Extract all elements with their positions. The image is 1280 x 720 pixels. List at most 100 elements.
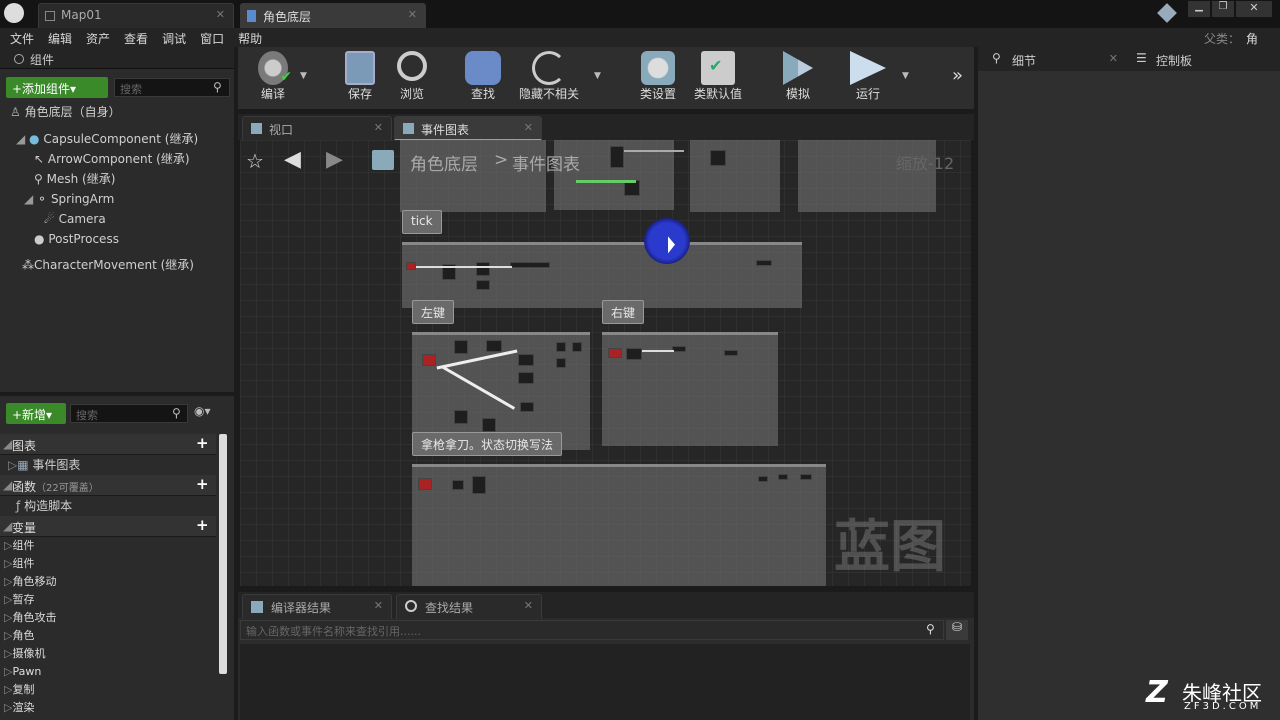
play-options-icon[interactable]: ▼ [902,71,909,81]
menu-item-help[interactable]: 帮助 [238,30,262,47]
find-references-input[interactable]: 输入函数或事件名称来查找引用...... [240,620,944,640]
graph-node[interactable] [608,348,622,358]
variable-category[interactable]: ▷角色 [4,627,216,645]
visibility-eye-icon[interactable]: ◉▾ [194,404,211,418]
close-icon[interactable]: ✕ [216,8,225,21]
toolbar-overflow-icon[interactable]: » [952,65,963,86]
close-icon[interactable]: ✕ [408,8,417,21]
graph-node[interactable] [556,342,566,352]
close-icon[interactable]: ✕ [1109,52,1118,65]
variables-section-header[interactable]: ◢ 变量 + [0,516,216,537]
source-control-icon[interactable] [1157,3,1177,23]
menu-item-file[interactable]: 文件 [10,30,34,47]
graph-node[interactable] [756,260,772,266]
forward-arrow-icon[interactable]: ▶ [326,147,343,172]
variable-category[interactable]: ▷渲染 [4,699,216,717]
graph-node[interactable] [518,354,534,366]
hide-unrelated-button[interactable]: 隐藏不相关 [514,51,584,102]
graph-node[interactable] [452,480,464,490]
graph-node[interactable] [520,402,534,412]
tab-details[interactable]: ⚲ 细节 ✕ [982,49,1124,71]
graph-node[interactable] [472,476,486,494]
graph-node[interactable] [572,342,582,352]
favorite-star-icon[interactable]: ☆ [246,149,264,173]
scrollbar[interactable] [219,434,227,674]
graph-node[interactable] [758,476,768,482]
graph-node[interactable] [510,262,550,268]
event-graph-canvas[interactable]: ☆ ◀ ▶ 角色底层 > 事件图表 缩放-12 tick 左键 右键 拿枪拿刀。… [240,140,971,586]
graph-node[interactable] [486,340,502,352]
add-function-icon[interactable]: + [196,475,209,493]
close-icon[interactable]: ✕ [374,121,383,134]
breadcrumb-root[interactable]: 角色底层 [410,150,478,175]
graph-node[interactable] [454,410,468,424]
tree-item-capsule[interactable]: ◢ ● CapsuleComponent (继承) [16,129,198,149]
close-icon[interactable]: ✕ [524,599,533,612]
add-graph-icon[interactable]: + [196,434,209,452]
graph-node[interactable] [626,348,642,360]
find-button[interactable]: 查找 [456,51,510,102]
graphs-section-header[interactable]: ◢ 图表 + [0,434,216,455]
comment-bubble-tick[interactable]: tick [402,210,442,234]
variable-category[interactable]: ▷复制 [4,681,216,699]
back-arrow-icon[interactable]: ◀ [284,147,301,172]
tree-item-mesh[interactable]: ⚲ Mesh (继承) [16,169,198,189]
close-icon[interactable]: ✕ [374,599,383,612]
play-button[interactable]: 运行 [842,51,894,102]
add-new-button[interactable]: +新增▾ [6,403,66,424]
event-graph-item[interactable]: ▷▦ 事件图表 [0,455,216,475]
add-component-button[interactable]: +添加组件▾ [6,77,108,98]
graph-node[interactable] [418,478,432,490]
binoculars-icon[interactable]: ⛁ [946,620,968,640]
graph-node[interactable] [482,418,496,432]
minimize-button[interactable]: ▁ [1188,1,1210,17]
variable-category[interactable]: ▷摄像机 [4,645,216,663]
functions-section-header[interactable]: ◢ 函数（22可覆盖） + [0,475,216,496]
hide-options-icon[interactable]: ▼ [594,71,601,81]
maximize-button[interactable]: ❐ [1212,1,1234,17]
variable-category[interactable]: ▷组件 [4,537,216,555]
variable-category[interactable]: ▷角色攻击 [4,609,216,627]
tree-item-postprocess[interactable]: ● PostProcess [16,229,198,249]
menu-item-view[interactable]: 查看 [124,30,148,47]
simulate-button[interactable]: 模拟 [772,51,824,102]
graph-node[interactable] [454,340,468,354]
variable-category[interactable]: ▷暂存 [4,591,216,609]
tree-item-camera[interactable]: ☄ Camera [16,209,198,229]
variable-category[interactable]: ▷角色移动 [4,573,216,591]
graph-node[interactable] [724,350,738,356]
comment-bubble-weapon-state[interactable]: 拿枪拿刀。状态切换写法 [412,432,563,456]
class-defaults-button[interactable]: ✔ 类默认值 [688,51,748,102]
tree-item-arrow[interactable]: ↖ ArrowComponent (继承) [16,149,198,169]
graph-node[interactable] [476,280,490,290]
close-icon[interactable]: ✕ [524,121,533,134]
compile-options-icon[interactable]: ▼ [300,71,307,81]
add-variable-icon[interactable]: + [196,516,209,534]
graph-node[interactable] [672,346,686,352]
menu-item-window[interactable]: 窗口 [200,30,224,47]
menu-item-debug[interactable]: 调试 [162,30,186,47]
graph-node[interactable] [800,474,812,480]
compile-button[interactable]: ✔ 编译 [244,51,302,102]
tab-viewport[interactable]: 视口 ✕ [242,116,392,141]
comment-bubble-right-click[interactable]: 右键 [602,300,645,324]
graph-node[interactable] [518,372,534,384]
graph-node[interactable] [778,474,788,480]
comment-box-tick[interactable] [402,242,802,308]
save-button[interactable]: 保存 [334,51,386,102]
graph-node[interactable] [406,262,416,270]
tab-find-results[interactable]: 查找结果 ✕ [396,594,542,619]
component-self-row[interactable]: ♙ 角色底层（自身） [10,102,121,122]
tab-event-graph[interactable]: 事件图表 ✕ [394,116,542,141]
graph-node[interactable] [422,354,436,366]
tab-palette[interactable]: ☰ 控制板 [1130,49,1276,71]
browse-button[interactable]: 浏览 [386,51,438,102]
comment-bubble-left-click[interactable]: 左键 [412,300,455,324]
graph-node[interactable] [556,358,566,368]
variable-category[interactable]: ▷Pawn [4,663,216,681]
class-settings-button[interactable]: 类设置 [632,51,684,102]
close-button[interactable]: ✕ [1236,1,1272,17]
graph-node[interactable] [476,262,490,276]
menu-item-asset[interactable]: 资产 [86,30,110,47]
tab-compiler-results[interactable]: 编译器结果 ✕ [242,594,392,619]
